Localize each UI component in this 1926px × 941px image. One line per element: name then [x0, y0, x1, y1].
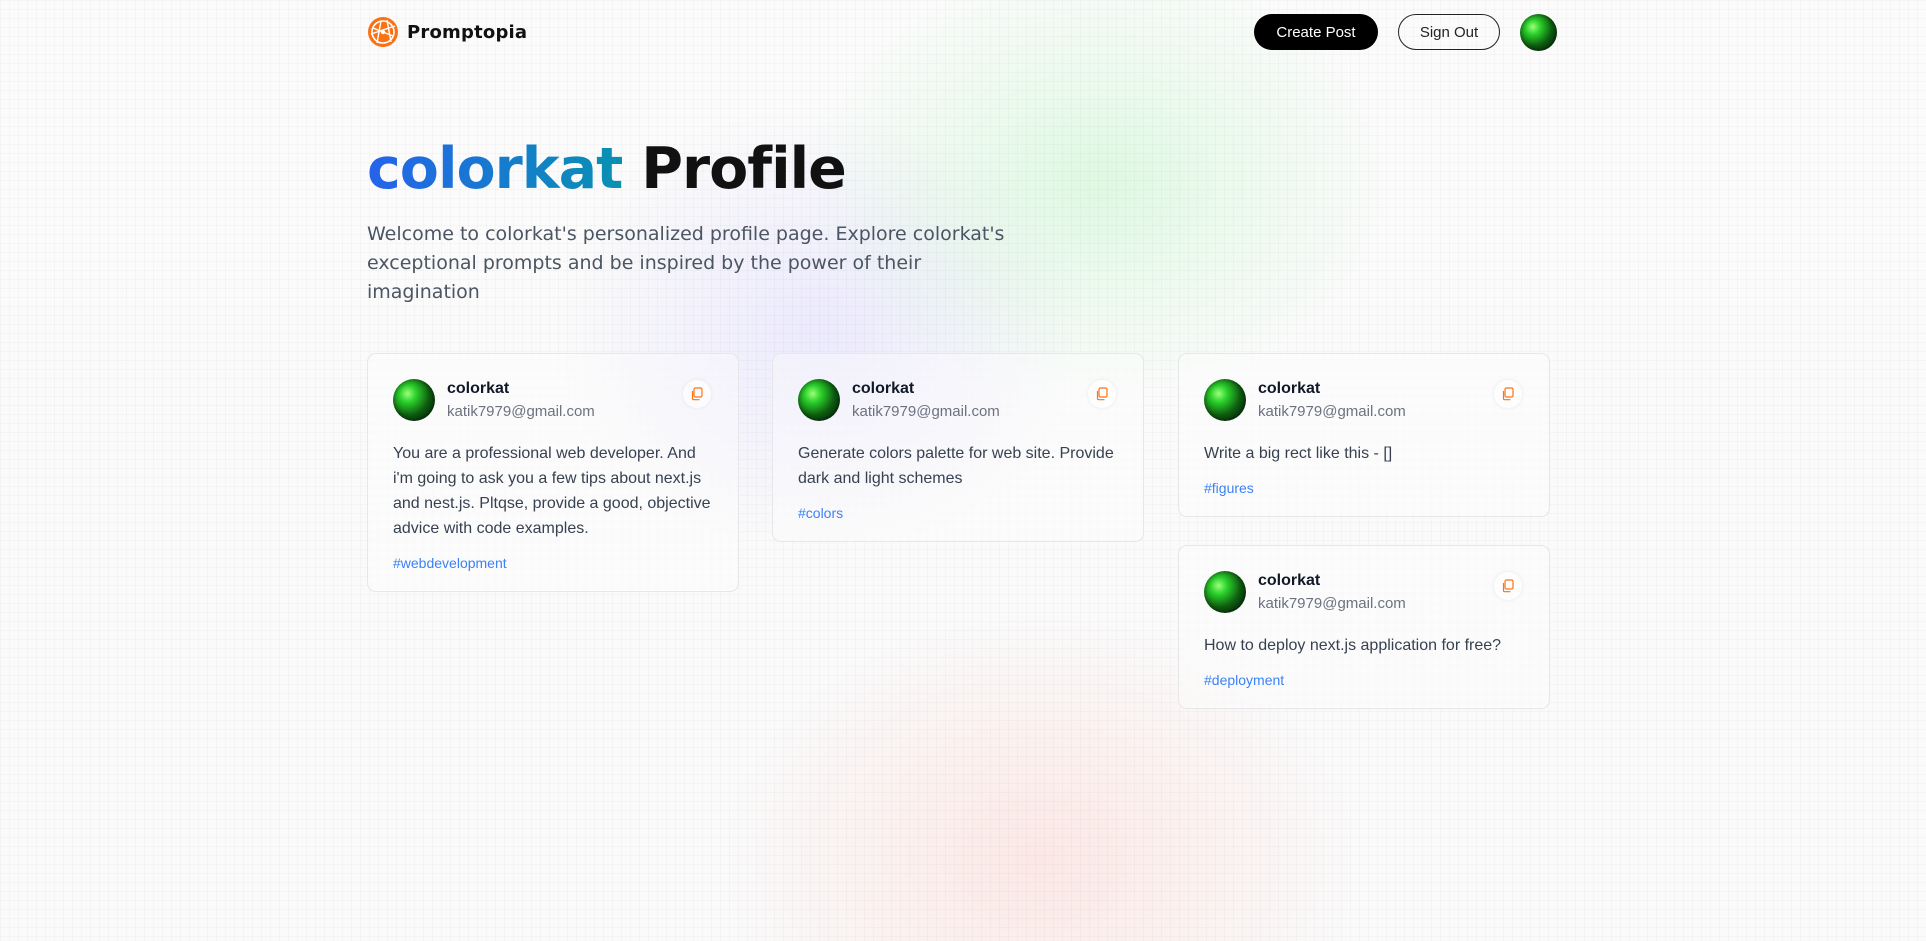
copy-button[interactable] [683, 380, 711, 408]
card-header: colorkat katik7979@gmail.com [1204, 571, 1524, 615]
prompt-card: colorkat katik7979@gmail.com You are a p… [367, 353, 739, 592]
create-post-button[interactable]: Create Post [1254, 14, 1378, 50]
prompt-card: colorkat katik7979@gmail.com Generate co… [772, 353, 1144, 542]
card-header: colorkat katik7979@gmail.com [798, 379, 1118, 423]
copy-button[interactable] [1088, 380, 1116, 408]
card-user-info[interactable]: colorkat katik7979@gmail.com [852, 379, 1000, 423]
title-username: colorkat [367, 136, 623, 202]
copy-button[interactable] [1494, 380, 1522, 408]
card-user-info[interactable]: colorkat katik7979@gmail.com [447, 379, 595, 423]
card-tag[interactable]: #webdevelopment [393, 555, 507, 571]
card-user-info[interactable]: colorkat katik7979@gmail.com [1258, 379, 1406, 423]
card-email: katik7979@gmail.com [1258, 403, 1406, 420]
copy-icon [1502, 387, 1514, 401]
brand-link[interactable]: Promptopia [367, 14, 527, 50]
card-prompt-text: Generate colors palette for web site. Pr… [798, 445, 1114, 487]
card-tag[interactable]: #deployment [1204, 672, 1284, 688]
title-suffix: Profile [641, 136, 847, 202]
card-username: colorkat [852, 380, 915, 397]
card-header: colorkat katik7979@gmail.com [393, 379, 713, 423]
user-avatar[interactable] [1204, 571, 1246, 613]
card-email: katik7979@gmail.com [447, 403, 595, 420]
copy-icon [691, 387, 703, 401]
user-avatar[interactable] [1204, 379, 1246, 421]
card-email: katik7979@gmail.com [1258, 595, 1406, 612]
prompt-card: colorkat katik7979@gmail.com Write a big… [1178, 353, 1550, 517]
card-username: colorkat [447, 380, 510, 397]
prompt-card: colorkat katik7979@gmail.com How to depl… [1178, 545, 1550, 709]
page-description: Welcome to colorkat's personalized profi… [367, 223, 1005, 303]
card-header: colorkat katik7979@gmail.com [1204, 379, 1524, 423]
card-user-info[interactable]: colorkat katik7979@gmail.com [1258, 571, 1406, 615]
sign-out-button[interactable]: Sign Out [1398, 14, 1500, 50]
top-nav: Promptopia Create Post Sign Out [367, 14, 1559, 51]
card-prompt-text: How to deploy next.js application for fr… [1204, 637, 1502, 654]
page-title: colorkat Profile [367, 136, 847, 202]
user-avatar[interactable] [798, 379, 840, 421]
card-tag[interactable]: #colors [798, 505, 843, 521]
copy-button[interactable] [1494, 572, 1522, 600]
copy-icon [1502, 579, 1514, 593]
card-username: colorkat [1258, 380, 1321, 397]
promptopia-logo-icon [368, 17, 398, 47]
card-prompt-text: You are a professional web developer. An… [393, 445, 711, 537]
card-tag[interactable]: #figures [1204, 480, 1254, 496]
user-avatar[interactable] [393, 379, 435, 421]
card-email: katik7979@gmail.com [852, 403, 1000, 420]
card-username: colorkat [1258, 572, 1321, 589]
card-prompt-text: Write a big rect like this - [] [1204, 445, 1393, 462]
copy-icon [1096, 387, 1108, 401]
profile-avatar[interactable] [1520, 14, 1557, 51]
brand-name: Promptopia [407, 21, 528, 43]
